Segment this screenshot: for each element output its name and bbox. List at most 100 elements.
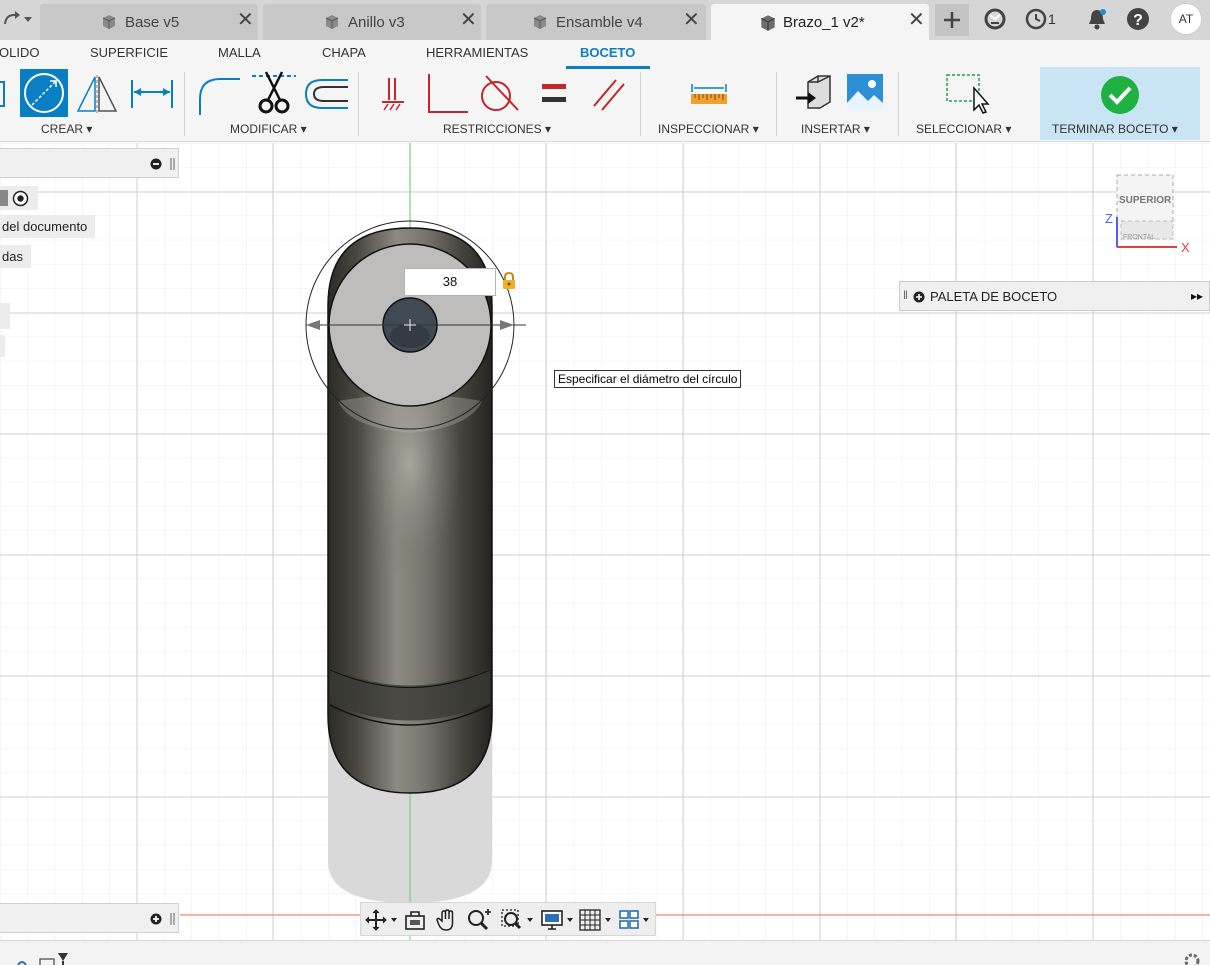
finish-sketch-label: TERMINAR BOCETO ▾ [1052, 122, 1178, 136]
tab-surface[interactable]: SUPERFICIE [90, 45, 168, 60]
timeline-play-icon[interactable] [16, 949, 76, 965]
orbit-icon[interactable] [365, 909, 399, 936]
parallel-constraint-icon[interactable] [590, 76, 626, 112]
close-icon[interactable]: ✕ [683, 10, 700, 30]
tab-label: Ensamble v4 [556, 14, 643, 31]
component-swatch-icon [0, 190, 8, 206]
timeline-bar [0, 940, 1210, 965]
viewports-icon[interactable] [619, 909, 653, 936]
sketch-palette-panel[interactable]: ‖ PALETA DE BOCETO ▸▸ [899, 281, 1210, 311]
design-canvas[interactable]: del documento das 38 Especificar el diám… [0, 143, 1210, 940]
tab-brazo-active[interactable]: Brazo_1 v2* ✕ [711, 4, 929, 40]
avatar-initials: AT [1178, 12, 1194, 26]
lock-icon[interactable] [501, 271, 517, 295]
browser-item-named-views[interactable]: das [0, 245, 31, 268]
constraints-group-label[interactable]: RESTRICCIONES ▾ [443, 122, 551, 136]
close-icon[interactable]: ✕ [908, 10, 925, 30]
tab-sheet-metal[interactable]: CHAPA [322, 45, 366, 60]
group-separator [776, 72, 777, 136]
mirror-tool-icon[interactable] [76, 73, 118, 115]
viewport-drawing[interactable] [0, 143, 1210, 940]
zoom-window-icon[interactable] [501, 909, 535, 936]
viewcube[interactable]: SUPERIOR FRONTAL X Z [1103, 173, 1191, 257]
viewcube-shape [1116, 174, 1177, 248]
dimension-tool-icon[interactable] [130, 74, 174, 114]
user-avatar[interactable]: AT [1170, 3, 1202, 35]
create-group-text: CREAR [41, 122, 84, 136]
group-separator [640, 72, 641, 136]
active-tab-indicator [566, 66, 650, 69]
tab-ensamble[interactable]: Ensamble v4 ✕ [486, 4, 706, 40]
viewcube-top-label[interactable]: SUPERIOR [1119, 195, 1171, 206]
insert-group-label[interactable]: INSERTAR ▾ [801, 122, 870, 136]
insert-canvas-image-icon[interactable] [846, 73, 884, 111]
display-settings-icon[interactable] [541, 909, 575, 936]
browser-panel-header[interactable] [0, 148, 179, 178]
tab-mesh[interactable]: MALLA [218, 45, 261, 60]
insert-derive-icon[interactable] [794, 74, 832, 114]
comments-panel-header[interactable] [0, 903, 179, 933]
axis-z-label: Z [1105, 211, 1113, 226]
modify-group-text: MODIFICAR [230, 122, 298, 136]
look-at-icon[interactable] [403, 909, 427, 936]
create-group-label[interactable]: CREAR ▾ [41, 122, 92, 136]
diameter-input[interactable]: 38 [404, 268, 496, 296]
sync-icon[interactable] [982, 6, 1008, 37]
svg-text:?: ? [1133, 12, 1143, 29]
document-tab-bar: Base v5 ✕ Anillo v3 ✕ Ensamble v4 ✕ Braz… [0, 0, 1210, 40]
help-icon[interactable]: ? [1125, 6, 1151, 37]
job-status-icon[interactable] [1024, 6, 1048, 37]
fix-constraint-icon[interactable] [380, 76, 406, 112]
close-icon[interactable]: ✕ [237, 10, 254, 30]
inspect-group-label[interactable]: INSPECCIONAR ▾ [658, 122, 759, 136]
tab-anillo[interactable]: Anillo v3 ✕ [263, 4, 481, 40]
redo-icon[interactable] [2, 10, 34, 33]
viewcube-front-label[interactable]: FRONTAL [1123, 234, 1155, 241]
group-separator [184, 72, 185, 136]
tab-label: Base v5 [125, 14, 180, 31]
pan-hand-icon[interactable] [435, 909, 459, 936]
checkmark-icon [1100, 75, 1140, 120]
toolbar-ribbon: OLIDO SUPERFICIE MALLA CHAPA HERRAMIENTA… [0, 40, 1210, 142]
perpendicular-constraint-icon[interactable] [424, 72, 470, 116]
measure-ruler-icon[interactable] [690, 82, 728, 106]
new-tab-button[interactable] [935, 4, 969, 36]
window-select-icon[interactable] [944, 72, 990, 116]
browser-item-collapsed[interactable] [0, 335, 5, 357]
trim-scissors-icon[interactable] [252, 70, 296, 116]
expand-palette-icon[interactable] [913, 291, 925, 303]
inspect-group-text: INSPECCIONAR [658, 122, 750, 136]
tangent-constraint-icon[interactable] [478, 74, 520, 116]
double-chevron-icon[interactable]: ▸▸ [1191, 289, 1203, 303]
component-icon [531, 13, 549, 36]
grid-minor [0, 143, 1210, 940]
circle-tool-icon-active[interactable] [20, 69, 68, 117]
tab-solid[interactable]: OLIDO [0, 45, 39, 60]
offset-tool-icon[interactable] [304, 74, 350, 114]
select-group-text: SELECCIONAR [916, 122, 1003, 136]
drag-handle-icon[interactable]: ‖ [903, 288, 908, 302]
grid-settings-icon[interactable] [579, 909, 613, 936]
tab-base[interactable]: Base v5 ✕ [40, 4, 258, 40]
tooltip-specify-diameter: Especificar el diámetro del círculo [554, 370, 742, 388]
browser-item-document-settings[interactable]: del documento [0, 215, 96, 238]
browser-root-row[interactable] [0, 186, 38, 210]
fusion-window: Base v5 ✕ Anillo v3 ✕ Ensamble v4 ✕ Braz… [0, 0, 1210, 965]
finish-sketch-button[interactable]: TERMINAR BOCETO ▾ [1040, 67, 1200, 140]
tab-tools[interactable]: HERRAMIENTAS [426, 45, 528, 60]
zoom-icon[interactable] [467, 909, 493, 936]
tab-sketch[interactable]: BOCETO [580, 45, 635, 60]
insert-group-text: INSERTAR [801, 122, 861, 136]
browser-item-collapsed[interactable] [0, 303, 10, 329]
rectangle-tool-icon[interactable] [0, 74, 10, 114]
expand-icon[interactable] [149, 912, 177, 926]
notification-bell-icon[interactable] [1084, 6, 1110, 37]
select-group-label[interactable]: SELECCIONAR ▾ [916, 122, 1011, 136]
timeline-settings-gear-icon[interactable] [1182, 951, 1202, 965]
collapse-icon[interactable] [149, 157, 177, 171]
radio-active-icon[interactable] [12, 190, 29, 207]
equal-constraint-icon[interactable] [540, 82, 568, 106]
fillet-tool-icon[interactable] [196, 73, 242, 115]
modify-group-label[interactable]: MODIFICAR ▾ [230, 122, 307, 136]
close-icon[interactable]: ✕ [460, 10, 477, 30]
